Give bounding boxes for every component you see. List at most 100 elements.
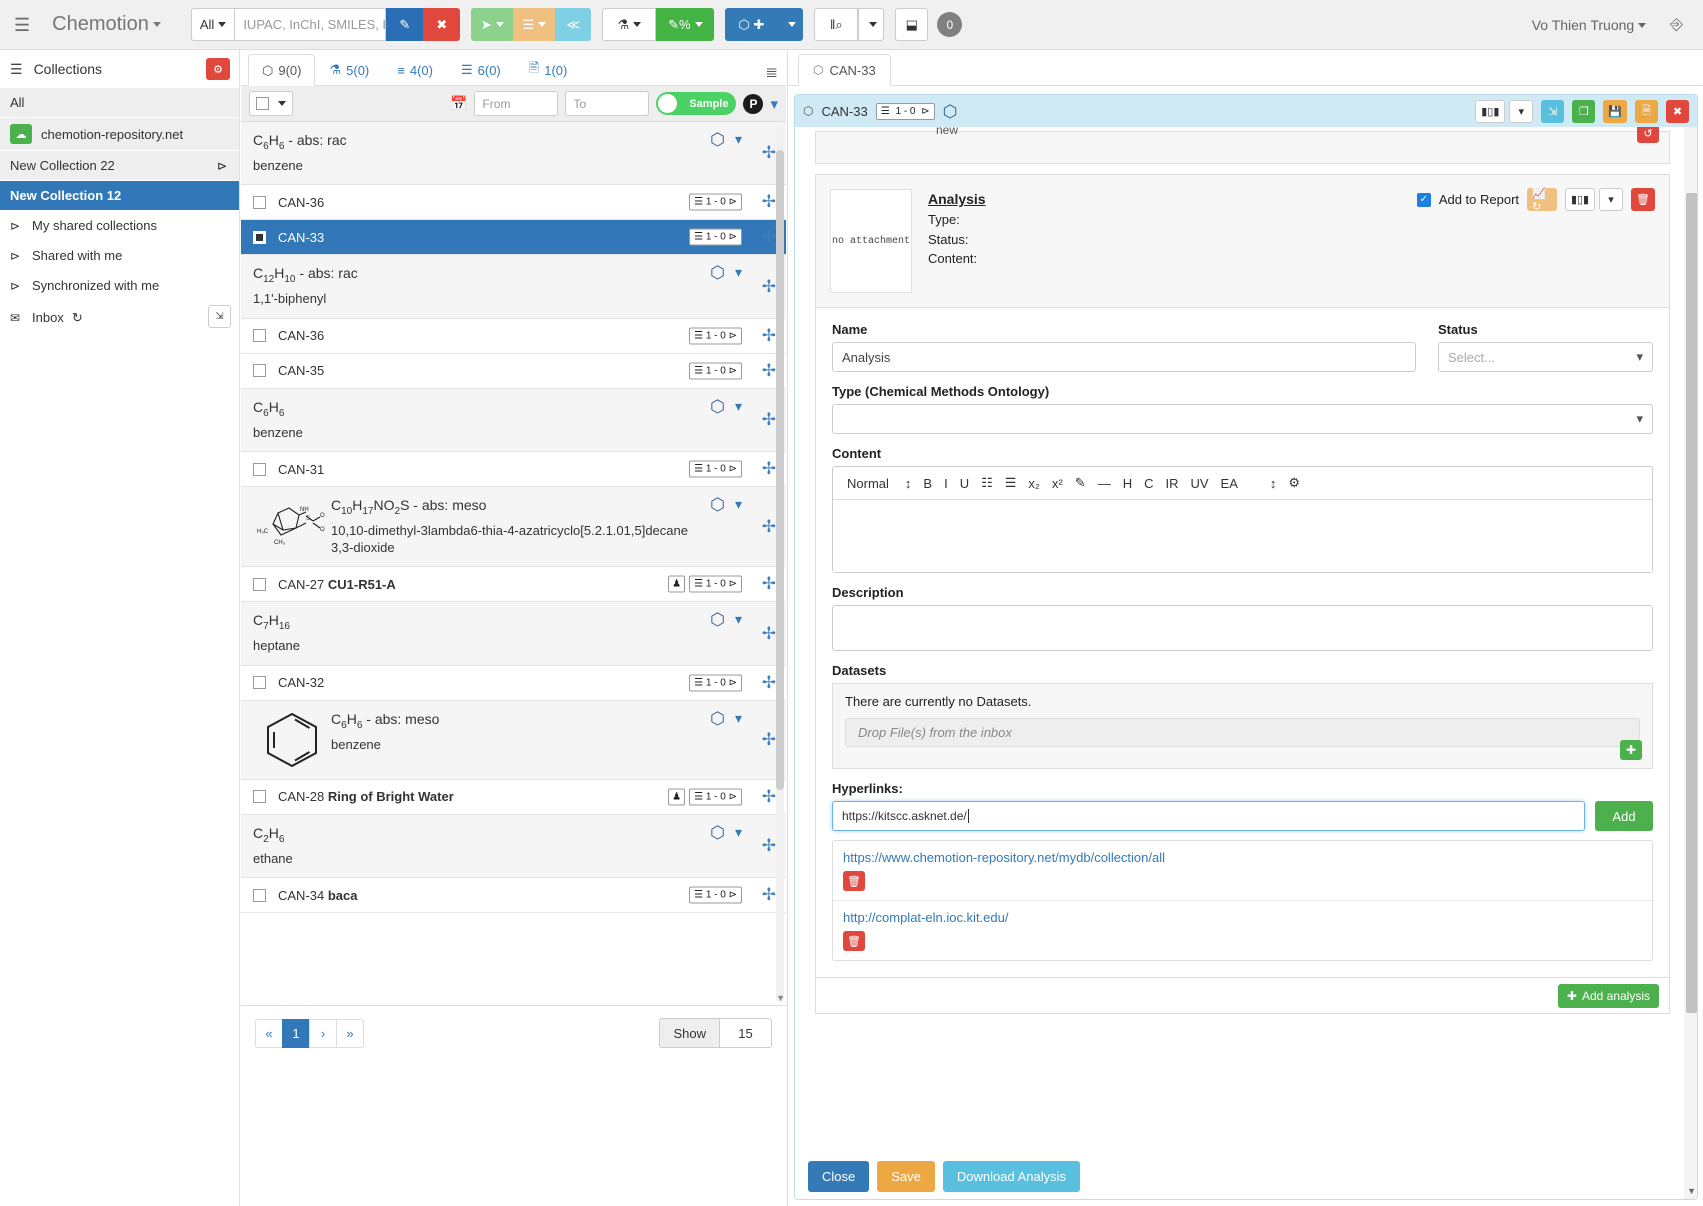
sample-checkbox[interactable] <box>253 231 266 244</box>
drag-handle-icon[interactable]: ✢ <box>762 730 776 750</box>
analysis-count-pill[interactable]: ☰ 1 - 0 ⊳ <box>689 327 742 344</box>
drag-handle-icon[interactable]: ✢ <box>762 517 776 537</box>
drag-handle-icon[interactable]: ✢ <box>762 361 776 381</box>
revert-icon[interactable]: ↺ <box>1637 127 1659 143</box>
chevron-down-icon[interactable]: ▾ <box>735 824 742 841</box>
drag-handle-icon[interactable]: ✢ <box>762 624 776 644</box>
drag-handle-icon[interactable]: ✢ <box>762 192 776 212</box>
drag-handle-icon[interactable]: ✢ <box>762 410 776 430</box>
expand-icon[interactable]: ⇲ <box>208 305 231 328</box>
sample-checkbox[interactable] <box>253 463 266 476</box>
molecule-group-row[interactable]: C12H10 - abs: rac1,1'-biphenyl⬡▾✢ <box>241 255 786 318</box>
description-textarea[interactable] <box>832 605 1653 651</box>
product-filter-button[interactable]: P <box>743 94 763 114</box>
scan-button[interactable]: ‖⌕ <box>814 8 858 41</box>
sample-checkbox[interactable] <box>253 196 266 209</box>
chevron-down-icon[interactable]: ▾ <box>735 710 742 727</box>
hyperlink-url[interactable]: http://complat-eln.ioc.kit.edu/ <box>843 910 1642 925</box>
editor-tool-5[interactable]: ☷ <box>981 475 993 491</box>
element-list[interactable]: C6H6 - abs: racbenzene⬡▾✢CAN-36☰ 1 - 0 ⊳… <box>241 122 786 1006</box>
chart-refresh-icon[interactable]: 📈↻ <box>1527 188 1557 211</box>
search-scope-dropdown[interactable]: All <box>191 8 234 41</box>
chevron-down-icon[interactable]: ▾ <box>735 264 742 281</box>
hyperlink-url[interactable]: https://www.chemotion-repository.net/myd… <box>843 850 1642 865</box>
editor-tool-13[interactable]: IR <box>1165 476 1178 491</box>
datasets-dropzone[interactable]: Drop File(s) from the inbox <box>845 718 1640 747</box>
editor-tool-17[interactable]: ⚙ <box>1288 475 1300 491</box>
create-element-button[interactable]: ⬡ ✚ <box>725 8 777 41</box>
sidebar-item-synchronized-with-me[interactable]: ⊳ Synchronized with me <box>0 271 239 301</box>
device-button[interactable]: ⚗ <box>602 8 656 41</box>
select-all-dropdown[interactable] <box>249 91 293 116</box>
hyperlink-input[interactable]: https://kitscc.asknet.de/ <box>832 801 1585 831</box>
page-size-input[interactable]: 15 <box>719 1018 772 1048</box>
list-scrollbar-thumb[interactable] <box>776 150 784 790</box>
close-icon[interactable]: ✖ <box>1666 100 1689 123</box>
barcode-icon[interactable]: ▮▯▮ <box>1475 100 1505 123</box>
trash-icon[interactable]: 🗑 <box>843 931 865 951</box>
scroll-down-arrow[interactable]: ▼ <box>776 993 785 1003</box>
analysis-count-pill[interactable]: ☰ 1 - 0 ⊳ <box>689 362 742 379</box>
tab-samples[interactable]: ⬡9(0) <box>248 54 315 86</box>
add-to-report-checkbox[interactable]: ✓ <box>1417 193 1431 207</box>
plus-icon[interactable]: ✚ <box>1620 740 1642 760</box>
page-first-button[interactable]: « <box>255 1019 283 1048</box>
sidebar-item-shared-with-me[interactable]: ⊳ Shared with me <box>0 241 239 271</box>
report-button[interactable]: ☰ <box>513 8 555 41</box>
status-select[interactable]: Select...▾ <box>1438 342 1653 372</box>
page-1-button[interactable]: 1 <box>282 1019 310 1048</box>
editor-tool-15[interactable]: EA <box>1221 476 1238 491</box>
person-icon[interactable]: ♟ <box>668 788 685 805</box>
share-button[interactable]: ≪ <box>555 8 591 41</box>
hamburger-icon[interactable]: ☰ <box>14 16 30 34</box>
content-editor-body[interactable] <box>833 500 1652 572</box>
chevron-down-icon[interactable]: ▾ <box>735 131 742 148</box>
sample-row[interactable]: CAN-34 baca☰ 1 - 0 ⊳✢ <box>241 878 786 913</box>
gear-icon[interactable]: ⚙ <box>206 58 230 80</box>
sidebar-item-new-collection-12[interactable]: New Collection 12 <box>0 181 239 211</box>
search-edit-button[interactable]: ✎ <box>386 8 423 41</box>
export-icon[interactable]: 🗎 <box>1635 100 1658 123</box>
sample-checkbox[interactable] <box>253 676 266 689</box>
sidebar-item-chemotion-repository[interactable]: ☁ chemotion-repository.net <box>0 118 239 151</box>
sample-checkbox[interactable] <box>253 329 266 342</box>
analysis-count-pill[interactable]: ☰ 1 - 0 ⊳ <box>689 461 742 478</box>
drag-handle-icon[interactable]: ✢ <box>762 227 776 247</box>
chevron-down-icon[interactable]: ▾ <box>770 95 778 113</box>
editor-tool-6[interactable]: ☰ <box>1005 475 1017 491</box>
drag-handle-icon[interactable]: ✢ <box>762 459 776 479</box>
search-input[interactable]: IUPAC, InChI, SMILES, RInchi <box>234 8 386 41</box>
analysis-count-pill[interactable]: ☰ 1 - 0 ⊳ <box>689 674 742 691</box>
analysis-count-pill[interactable]: ☰ 1 - 0 ⊳ <box>876 103 935 120</box>
add-hyperlink-button[interactable]: Add <box>1595 801 1653 831</box>
drag-handle-icon[interactable]: ✢ <box>762 326 776 346</box>
drag-handle-icon[interactable]: ✢ <box>762 787 776 807</box>
sidebar-item-new-collection-22[interactable]: New Collection 22 ⊳ <box>0 151 239 181</box>
sample-row[interactable]: CAN-28 Ring of Bright Water♟☰ 1 - 0 ⊳✢ <box>241 780 786 815</box>
sample-row[interactable]: CAN-36☰ 1 - 0 ⊳✢ <box>241 185 786 220</box>
date-from-input[interactable]: From <box>474 91 558 116</box>
advanced-search-button[interactable]: ➤ <box>471 8 513 41</box>
molecule-group-row[interactable]: C6H6benzene⬡▾✢ <box>241 389 786 452</box>
molecule-group-row[interactable]: C6H6 - abs: mesobenzene⬡▾✢ <box>241 701 786 780</box>
scan-dropdown-button[interactable] <box>858 8 884 41</box>
sample-toggle[interactable]: Sample <box>656 92 736 115</box>
user-menu[interactable]: Vo Thien Truong <box>1532 17 1646 33</box>
tab-screens[interactable]: ☰6(0) <box>447 54 515 86</box>
close-button[interactable]: Close <box>808 1161 869 1192</box>
create-dropdown-button[interactable] <box>777 8 803 41</box>
editor-tool-14[interactable]: UV <box>1190 476 1208 491</box>
chevron-down-icon[interactable]: ▾ <box>735 398 742 415</box>
drag-handle-icon[interactable]: ✢ <box>762 277 776 297</box>
sidebar-item-all[interactable]: All <box>0 88 239 118</box>
analysis-count-pill[interactable]: ☰ 1 - 0 ⊳ <box>689 788 742 805</box>
tab-reactions[interactable]: ⚗5(0) <box>315 54 383 86</box>
page-last-button[interactable]: » <box>336 1019 364 1048</box>
sidebar-item-inbox[interactable]: ✉ Inbox ↻ ⇲ <box>0 301 239 335</box>
inbox-button[interactable]: ⬓ <box>895 8 928 41</box>
save-icon[interactable]: 💾 <box>1603 100 1627 123</box>
drag-handle-icon[interactable]: ✢ <box>762 673 776 693</box>
analysis-count-pill[interactable]: ☰ 1 - 0 ⊳ <box>689 229 742 246</box>
analysis-count-pill[interactable]: ☰ 1 - 0 ⊳ <box>689 576 742 593</box>
detail-tab-can-33[interactable]: ⬡ CAN-33 <box>798 54 891 86</box>
